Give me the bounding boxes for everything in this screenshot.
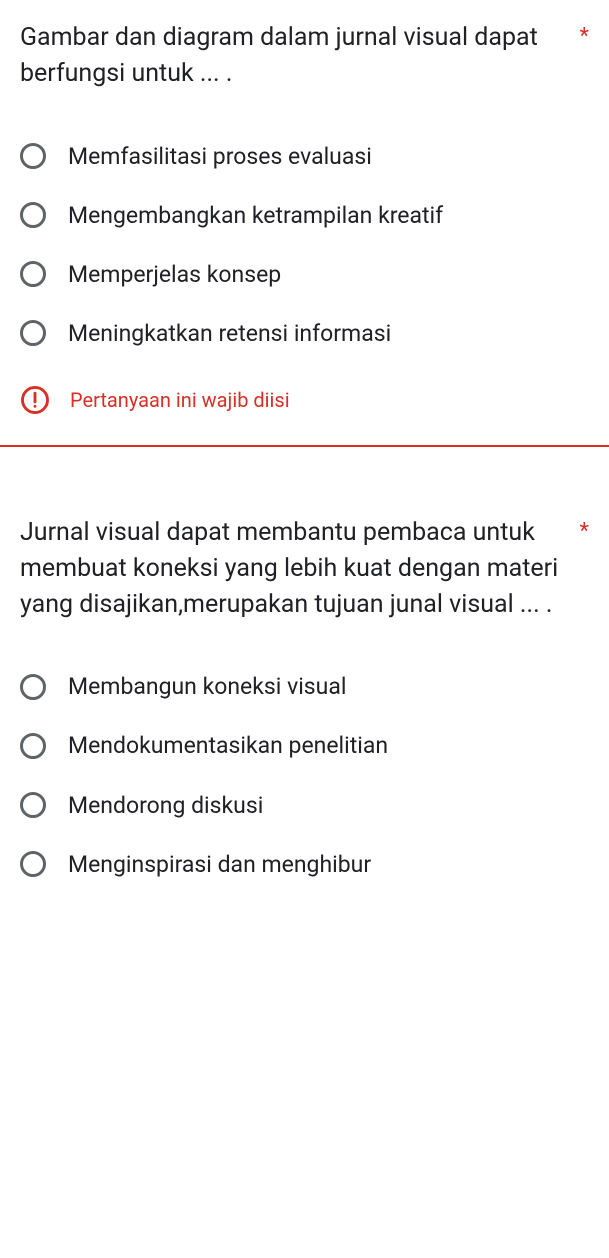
radio-icon (20, 261, 46, 287)
error-row: Pertanyaan ini wajib diisi (20, 385, 589, 421)
radio-icon (20, 674, 46, 700)
radio-icon (20, 851, 46, 877)
option-1-1[interactable]: Memfasilitasi proses evaluasi (20, 127, 589, 186)
question-title: Gambar dan diagram dalam jurnal visual d… (20, 20, 568, 93)
radio-icon (20, 320, 46, 346)
radio-icon (20, 733, 46, 759)
option-1-3[interactable]: Memperjelas konsep (20, 245, 589, 304)
question-card-1: Gambar dan diagram dalam jurnal visual d… (0, 0, 609, 447)
option-2-2[interactable]: Mendokumentasikan penelitian (20, 716, 589, 775)
option-label: Mendokumentasikan penelitian (68, 730, 388, 761)
radio-icon (20, 792, 46, 818)
option-label: Meningkatkan retensi informasi (68, 318, 391, 349)
alert-icon (20, 385, 50, 415)
option-2-1[interactable]: Membangun koneksi visual (20, 657, 589, 716)
option-2-4[interactable]: Menginspirasi dan menghibur (20, 835, 589, 894)
question-title: Jurnal visual dapat membantu pembaca unt… (20, 515, 568, 624)
option-2-3[interactable]: Mendorong diskusi (20, 776, 589, 835)
required-marker: * (580, 515, 589, 545)
option-label: Memfasilitasi proses evaluasi (68, 141, 372, 172)
options-group-2: Membangun koneksi visual Mendokumentasik… (20, 657, 589, 893)
radio-icon (20, 202, 46, 228)
option-label: Menginspirasi dan menghibur (68, 849, 371, 880)
required-marker: * (580, 20, 589, 50)
option-1-4[interactable]: Meningkatkan retensi informasi (20, 304, 589, 363)
radio-icon (20, 143, 46, 169)
options-group-1: Memfasilitasi proses evaluasi Mengembang… (20, 127, 589, 363)
option-label: Memperjelas konsep (68, 259, 281, 290)
option-1-2[interactable]: Mengembangkan ketrampilan kreatif (20, 186, 589, 245)
option-label: Membangun koneksi visual (68, 671, 346, 702)
question-card-2: Jurnal visual dapat membantu pembaca unt… (0, 455, 609, 918)
question-title-row: Gambar dan diagram dalam jurnal visual d… (20, 20, 589, 93)
option-label: Mendorong diskusi (68, 790, 263, 821)
option-label: Mengembangkan ketrampilan kreatif (68, 200, 443, 231)
question-title-row: Jurnal visual dapat membantu pembaca unt… (20, 515, 589, 624)
error-text: Pertanyaan ini wajib diisi (70, 388, 290, 412)
